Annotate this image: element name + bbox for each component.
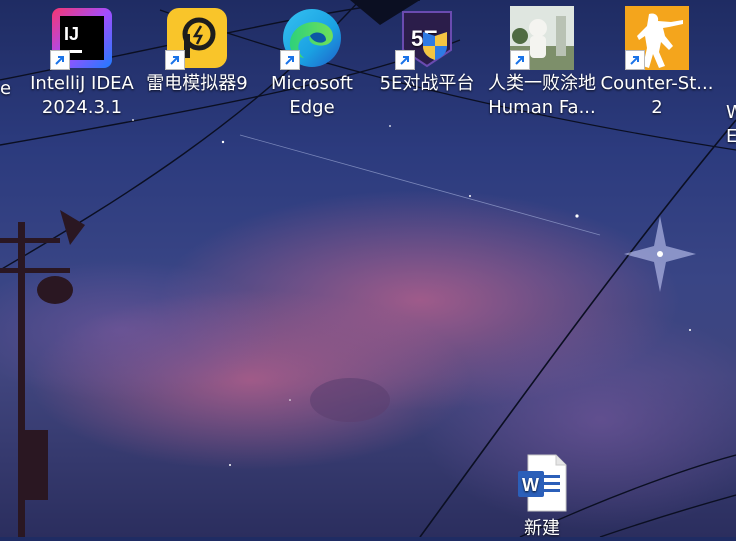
human-fall-flat-icon xyxy=(510,6,574,70)
shortcut-arrow-icon xyxy=(280,50,300,70)
ldplayer-icon xyxy=(165,6,229,70)
desktop-icon-label: 新建 xyxy=(524,518,560,539)
desktop-icon-new-word-document[interactable]: W 新建 xyxy=(483,445,601,541)
desktop-icon-label: e xyxy=(0,78,12,99)
desktop-icon-label: IntelliJ IDEA 2024.3.1 xyxy=(30,73,134,118)
desktop-icon-label: Counter-St... 2 xyxy=(600,73,714,118)
word-document-icon: W xyxy=(510,451,574,515)
desktop-icon-partial-left[interactable]: e xyxy=(0,77,11,101)
desktop-icon-microsoft-edge[interactable]: Microsoft Edge xyxy=(253,0,371,120)
svg-text:W: W xyxy=(522,475,539,495)
shortcut-arrow-icon xyxy=(50,50,70,70)
desktop-icon-label: 5E对战平台 xyxy=(379,73,475,94)
shortcut-arrow-icon xyxy=(510,50,530,70)
desktop-icon-5e-platform[interactable]: 5E 5E对战平台 xyxy=(368,0,486,96)
desktop-icon-counter-strike-2[interactable]: Counter-St... 2 xyxy=(598,0,716,120)
desktop-icon-intellij-idea[interactable]: IJ IntelliJ IDEA 2024.3.1 xyxy=(23,0,141,120)
edge-icon xyxy=(280,6,344,70)
desktop-icon-label: Microsoft Edge xyxy=(271,73,353,118)
shortcut-arrow-icon xyxy=(395,50,415,70)
desktop-icon-label: 人类一败涂地 Human Fa... xyxy=(488,73,596,118)
desktop-icon-label: W E xyxy=(726,102,736,147)
intellij-idea-icon: IJ xyxy=(50,6,114,70)
dark-cloud xyxy=(310,378,390,422)
desktop-icon-partial-right[interactable]: W E xyxy=(726,77,736,149)
svg-text:IJ: IJ xyxy=(64,24,79,44)
desktop-icon-ldplayer[interactable]: 雷电模拟器9 xyxy=(138,0,256,96)
desktop-icon-human-fall-flat[interactable]: 人类一败涂地 Human Fa... xyxy=(483,0,601,120)
desktop-icon-label: 雷电模拟器9 xyxy=(146,73,248,94)
shortcut-arrow-icon xyxy=(165,50,185,70)
counter-strike-2-icon xyxy=(625,6,689,70)
5e-icon: 5E xyxy=(395,6,459,70)
shortcut-arrow-icon xyxy=(625,50,645,70)
